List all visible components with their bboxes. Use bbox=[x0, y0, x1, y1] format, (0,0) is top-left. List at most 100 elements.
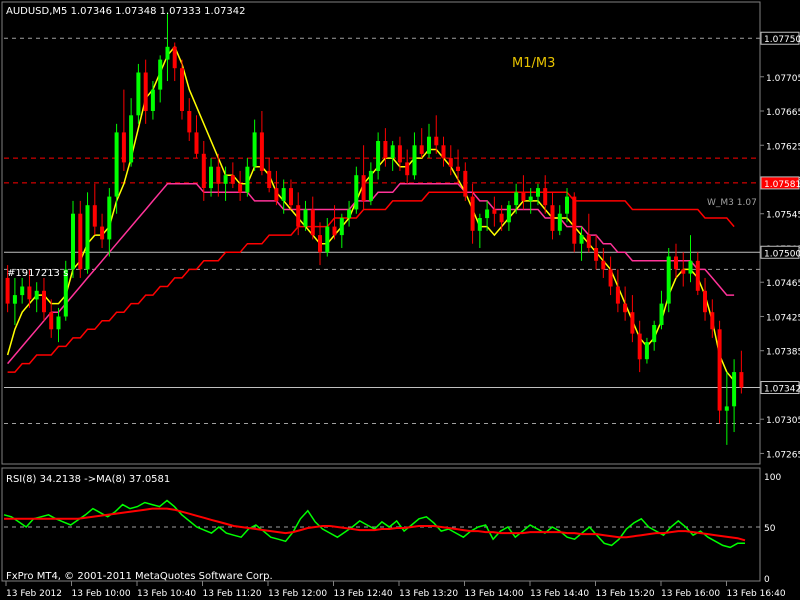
candle-body bbox=[49, 312, 54, 330]
candle-body bbox=[361, 175, 366, 201]
time-tick-label: 13 Feb 16:00 bbox=[661, 589, 720, 599]
candle-body bbox=[289, 188, 293, 206]
candle-body bbox=[368, 170, 373, 201]
m1-m3-label: M1/M3 bbox=[512, 56, 555, 71]
candle-body bbox=[383, 141, 388, 159]
candle-body bbox=[303, 209, 308, 227]
candle-body bbox=[194, 132, 199, 154]
candle-body bbox=[20, 286, 25, 296]
candle-body bbox=[267, 170, 272, 188]
time-tick-label: 13 Feb 16:40 bbox=[727, 589, 786, 599]
time-tick-label: 13 Feb 10:00 bbox=[72, 589, 131, 599]
candle-body bbox=[703, 290, 707, 313]
candle-body bbox=[724, 406, 729, 411]
candle-body bbox=[572, 196, 577, 244]
candle-body bbox=[12, 295, 17, 304]
candle-body bbox=[615, 286, 620, 304]
candle-body bbox=[412, 145, 417, 176]
candle-body bbox=[27, 286, 32, 300]
time-tick-label: 13 Feb 10:40 bbox=[137, 589, 196, 599]
candle-body bbox=[514, 192, 519, 206]
candle-body bbox=[550, 205, 555, 231]
candle-body bbox=[586, 235, 591, 248]
candle-body bbox=[477, 218, 482, 231]
candle-body bbox=[485, 209, 490, 219]
candle-body bbox=[187, 111, 192, 133]
time-tick-label: 13 Feb 15:20 bbox=[596, 589, 655, 599]
candle-body bbox=[470, 196, 475, 231]
rsi-scale-label: 100 bbox=[764, 473, 781, 483]
candle-body bbox=[136, 72, 141, 116]
candle-body bbox=[717, 329, 722, 411]
copyright-label: FxPro MT4, © 2001-2011 MetaQuotes Softwa… bbox=[6, 571, 273, 582]
candle-body bbox=[608, 269, 613, 287]
candle-body bbox=[557, 213, 562, 231]
time-tick-label: 13 Feb 12:40 bbox=[334, 589, 393, 599]
time-axis[interactable]: 13 Feb 2012 13 Feb 10:00 13 Feb 10:40 13 Fe… bbox=[5, 581, 786, 599]
price-tick-label: 1.07265 bbox=[766, 450, 800, 460]
order-label[interactable]: #1917213 s bbox=[7, 268, 68, 279]
candle-body bbox=[129, 115, 134, 163]
candle-body bbox=[143, 72, 148, 111]
candle-body bbox=[506, 205, 511, 223]
candle-body bbox=[274, 188, 279, 201]
price-tag-label: 1.07581 bbox=[764, 180, 800, 190]
candle-body bbox=[325, 226, 330, 253]
rsi-label: RSI(8) 34.2138 ->MA(8) 37.0581 bbox=[6, 474, 170, 485]
rsi-scale-label: 50 bbox=[764, 524, 776, 534]
candle-body bbox=[252, 132, 257, 167]
candle-body bbox=[441, 145, 446, 159]
candle-body bbox=[456, 166, 460, 171]
price-tick-label: 1.07305 bbox=[766, 416, 800, 426]
time-tick-label: 13 Feb 14:40 bbox=[530, 589, 589, 599]
rsi-scale-label: 0 bbox=[764, 575, 770, 585]
candle-body bbox=[209, 166, 213, 189]
candle-body bbox=[623, 303, 628, 313]
candle-body bbox=[71, 213, 75, 270]
candle-body bbox=[732, 372, 737, 407]
price-tick-label: 1.07705 bbox=[766, 74, 800, 84]
candle-body bbox=[150, 89, 155, 111]
time-tick-label: 13 Feb 12:00 bbox=[268, 589, 327, 599]
candle-body bbox=[710, 312, 715, 330]
time-tick-label: 13 Feb 14:00 bbox=[465, 589, 524, 599]
price-tag-label: 1.07500 bbox=[764, 249, 800, 259]
candle-body bbox=[499, 213, 504, 223]
candle-body bbox=[419, 145, 424, 154]
candle-body bbox=[339, 218, 344, 236]
candle-body bbox=[695, 260, 700, 291]
candle-body bbox=[5, 277, 10, 304]
candle-body bbox=[579, 235, 584, 244]
candle-body bbox=[238, 183, 243, 193]
candle-body bbox=[332, 226, 337, 236]
symbol-info-label: AUDUSD,M5 1.07346 1.07348 1.07333 1.0734… bbox=[6, 6, 246, 17]
candle-body bbox=[492, 209, 497, 214]
candle-body bbox=[376, 141, 381, 171]
candle-body bbox=[100, 226, 105, 240]
price-tick-label: 1.07385 bbox=[766, 348, 800, 358]
candle-body bbox=[601, 260, 606, 270]
candle-body bbox=[230, 175, 235, 184]
candle-body bbox=[528, 196, 533, 201]
candle-body bbox=[565, 196, 569, 214]
candle-body bbox=[107, 196, 112, 240]
candle-body bbox=[296, 205, 301, 227]
candle-body bbox=[347, 209, 352, 219]
candle-body bbox=[463, 170, 468, 197]
candle-body bbox=[666, 256, 671, 304]
candle-body bbox=[674, 256, 678, 270]
candle-body bbox=[318, 235, 322, 253]
time-tick-label: 13 Feb 13:20 bbox=[399, 589, 458, 599]
candle-body bbox=[56, 316, 61, 330]
candle-body bbox=[405, 162, 410, 176]
mt4-chart-canvas[interactable]: 1.077501.077051.076651.076251.075851.075… bbox=[0, 0, 800, 600]
price-axis[interactable]: 1.077501.077051.076651.076251.075851.075… bbox=[760, 31, 800, 460]
price-chart-frame[interactable] bbox=[1, 1, 761, 465]
candle-body bbox=[42, 290, 46, 313]
time-tick-label: 13 Feb 11:20 bbox=[203, 589, 262, 599]
candle-body bbox=[78, 213, 83, 270]
price-tag-label: 1.07342 bbox=[764, 385, 800, 395]
candle-body bbox=[245, 166, 250, 193]
candle-body bbox=[165, 46, 170, 60]
candle-body bbox=[536, 188, 540, 197]
